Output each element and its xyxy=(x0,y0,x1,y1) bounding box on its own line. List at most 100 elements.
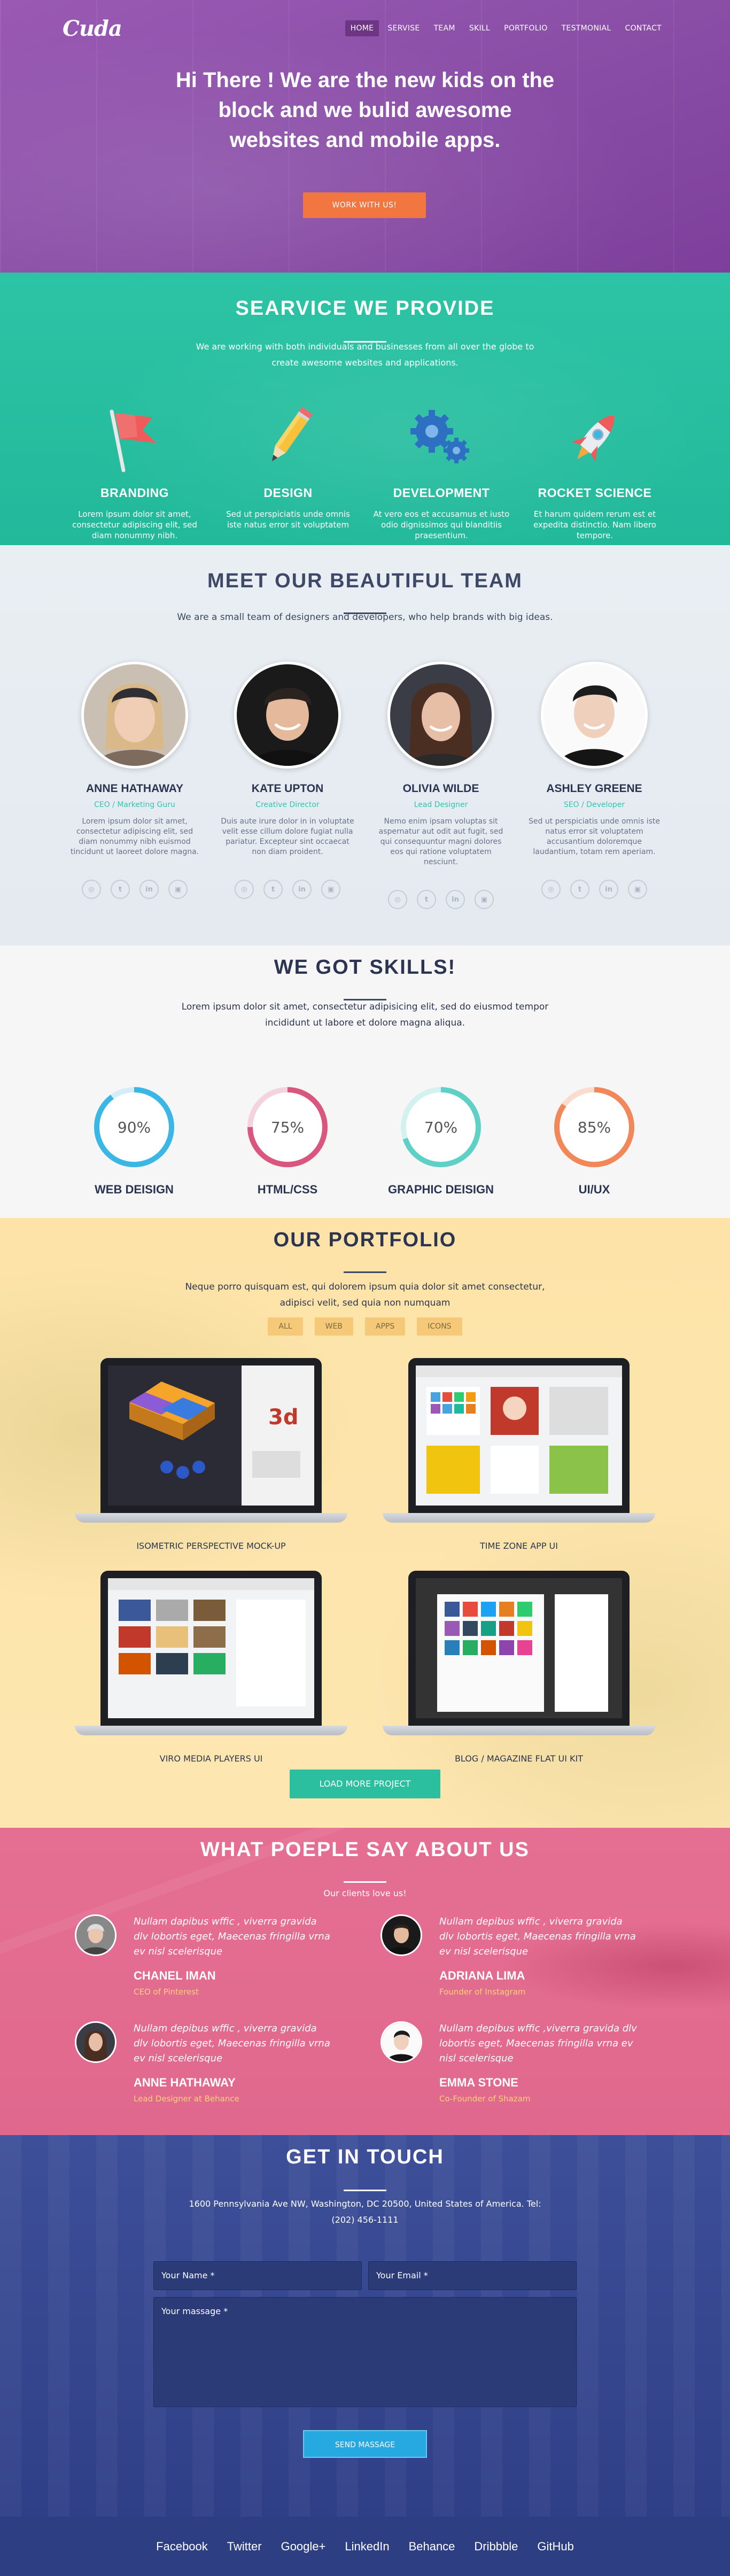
instagram-icon[interactable]: ▣ xyxy=(628,880,647,899)
testimonial-quote: Nullam depibus wffic , viverra gravida d… xyxy=(439,1916,636,1957)
portfolio-item[interactable]: VIRO MEDIA PLAYERS UI xyxy=(75,1571,347,1764)
service-text: At vero eos et accusamus et iusto odio d… xyxy=(373,509,510,540)
testimonials-title: WHAT POEPLE SAY ABOUT US xyxy=(200,1838,530,1861)
portfolio-filters: ALL WEB APPS ICONS xyxy=(0,1317,730,1336)
portfolio-intro: Neque porro quisquam est, qui dolorem ip… xyxy=(185,1282,545,1308)
member-name: OLIVIA WILDE xyxy=(402,782,479,795)
instagram-icon[interactable]: ▣ xyxy=(168,880,188,899)
send-message-button[interactable]: SEND MASSAGE xyxy=(303,2430,427,2458)
laptop-mockup: 3d xyxy=(75,1358,347,1529)
load-more-button[interactable]: LOAD MORE PROJECT xyxy=(290,1770,440,1798)
gears-icon xyxy=(372,398,511,478)
twitter-icon[interactable]: t xyxy=(111,880,130,899)
hero-headline: Hi There ! We are the new kids on the bl… xyxy=(0,65,730,155)
footer-link-twitter[interactable]: Twitter xyxy=(227,2540,262,2554)
team-member: ASHLEY GREENE SEO / Developer Sed ut per… xyxy=(527,662,661,899)
filter-icons[interactable]: ICONS xyxy=(417,1317,462,1336)
testimonial-name: CHANEL IMAN xyxy=(134,1969,216,1982)
divider xyxy=(344,1271,386,1273)
project-title: BLOG / MAGAZINE FLAT UI KIT xyxy=(454,1753,584,1764)
nav-servise[interactable]: SERVISE xyxy=(382,20,425,36)
nav-home[interactable]: HOME xyxy=(345,20,379,36)
project-title: VIRO MEDIA PLAYERS UI xyxy=(159,1753,263,1764)
linkedin-icon[interactable]: in xyxy=(139,880,159,899)
skill-item: 90% WEB DEISIGN xyxy=(70,1084,198,1197)
logo[interactable]: Cuda xyxy=(63,16,122,41)
linkedin-icon[interactable]: in xyxy=(446,890,465,909)
social-links: ◎ t in ▣ xyxy=(68,880,201,899)
filter-apps[interactable]: APPS xyxy=(364,1317,406,1336)
team-intro: We are a small team of designers and dev… xyxy=(177,612,553,623)
nav-contact[interactable]: CONTACT xyxy=(620,20,667,36)
testimonial-name: ANNE HATHAWAY xyxy=(134,2076,236,2089)
service-design: DESIGN Sed ut perspiciatis unde omnis is… xyxy=(219,398,358,530)
footer-link-github[interactable]: GitHub xyxy=(537,2540,573,2554)
rocket-icon xyxy=(525,398,664,478)
footer-link-behance[interactable]: Behance xyxy=(409,2540,455,2554)
dribbble-icon[interactable]: ◎ xyxy=(541,880,561,899)
footer-link-linkedin[interactable]: LinkedIn xyxy=(345,2540,389,2554)
instagram-icon[interactable]: ▣ xyxy=(321,880,340,899)
skill-item: 70% GRAPHIC DEISIGN xyxy=(377,1084,505,1197)
service-text: Sed ut perspiciatis unde omnis iste natu… xyxy=(226,509,350,530)
nav-testmonial[interactable]: TESTMONIAL xyxy=(556,20,617,36)
twitter-icon[interactable]: t xyxy=(570,880,589,899)
nav-skill[interactable]: SKILL xyxy=(464,20,495,36)
pencil-icon xyxy=(219,398,358,478)
nav-team[interactable]: TEAM xyxy=(429,20,461,36)
service-development: DEVELOPMENT At vero eos et accusamus et … xyxy=(372,398,511,541)
name-field[interactable]: Your Name * xyxy=(153,2261,362,2290)
testimonial-name: EMMA STONE xyxy=(439,2076,518,2089)
hero-line-3: websites and mobile apps. xyxy=(229,128,501,152)
skill-value: 70% xyxy=(424,1118,458,1136)
testimonials-intro: Our clients love us! xyxy=(323,1888,407,1898)
avatar xyxy=(234,662,341,769)
contact-title: GET IN TOUCH xyxy=(286,2146,444,2168)
testimonial: Nullam depibus wffic , viverra gravida d… xyxy=(380,1914,637,1997)
portfolio-item[interactable]: BLOG / MAGAZINE FLAT UI KIT xyxy=(383,1571,655,1764)
footer-link-google-plus[interactable]: Google+ xyxy=(281,2540,326,2554)
laptop-mockup xyxy=(383,1571,655,1742)
instagram-icon[interactable]: ▣ xyxy=(475,890,494,909)
project-title: ISOMETRIC PERSPECTIVE MOCK-UP xyxy=(136,1541,286,1551)
portfolio-item[interactable]: 3d ISOMETRIC PERSPECTIVE MOCK-UP xyxy=(75,1358,347,1551)
service-text: Lorem ipsum dolor sit amet, consectetur … xyxy=(72,509,197,540)
footer-link-dribbble[interactable]: Dribbble xyxy=(474,2540,518,2554)
linkedin-icon[interactable]: in xyxy=(292,880,312,899)
service-text: Et harum quidem rerum est et expedita di… xyxy=(533,509,656,540)
member-role: SEO / Developer xyxy=(563,801,625,809)
skill-name: WEB DEISIGN xyxy=(95,1183,174,1196)
twitter-icon[interactable]: t xyxy=(417,890,436,909)
member-name: ASHLEY GREENE xyxy=(546,782,642,795)
linkedin-icon[interactable]: in xyxy=(599,880,618,899)
message-field[interactable]: Your massage * xyxy=(153,2297,577,2407)
testimonial-role: CEO of Pinterest xyxy=(134,1987,199,1997)
svg-text:3d: 3d xyxy=(268,1405,298,1430)
dribbble-icon[interactable]: ◎ xyxy=(388,890,407,909)
member-role: Creative Director xyxy=(255,801,320,809)
avatar xyxy=(380,2021,422,2063)
dribbble-icon[interactable]: ◎ xyxy=(82,880,101,899)
skill-value: 90% xyxy=(117,1118,151,1136)
dribbble-icon[interactable]: ◎ xyxy=(235,880,254,899)
portfolio-item[interactable]: TIME ZONE APP UI xyxy=(383,1358,655,1551)
skill-item: 85% UI/UX xyxy=(530,1084,658,1197)
filter-web[interactable]: WEB xyxy=(314,1317,353,1336)
member-name: ANNE HATHAWAY xyxy=(86,782,184,795)
avatar xyxy=(541,662,648,769)
email-field[interactable]: Your Email * xyxy=(368,2261,577,2290)
avatar xyxy=(380,1914,422,1956)
avatar xyxy=(75,2021,117,2063)
main-nav: HOME SERVISE TEAM SKILL PORTFOLIO TESTMO… xyxy=(345,20,667,36)
member-role: CEO / Marketing Guru xyxy=(94,801,175,809)
footer-link-facebook[interactable]: Facebook xyxy=(156,2540,208,2554)
service-title: DESIGN xyxy=(263,486,313,500)
skill-value: 75% xyxy=(270,1118,305,1136)
work-with-us-button[interactable]: WORK WITH US! xyxy=(303,192,426,218)
member-bio: Duis aute irure dolor in in voluptate ve… xyxy=(221,817,354,856)
team-section: MEET OUR BEAUTIFUL TEAM We are a small t… xyxy=(0,545,730,945)
team-title: MEET OUR BEAUTIFUL TEAM xyxy=(207,570,523,592)
nav-portfolio[interactable]: PORTFOLIO xyxy=(499,20,553,36)
twitter-icon[interactable]: t xyxy=(263,880,283,899)
filter-all[interactable]: ALL xyxy=(268,1317,303,1336)
